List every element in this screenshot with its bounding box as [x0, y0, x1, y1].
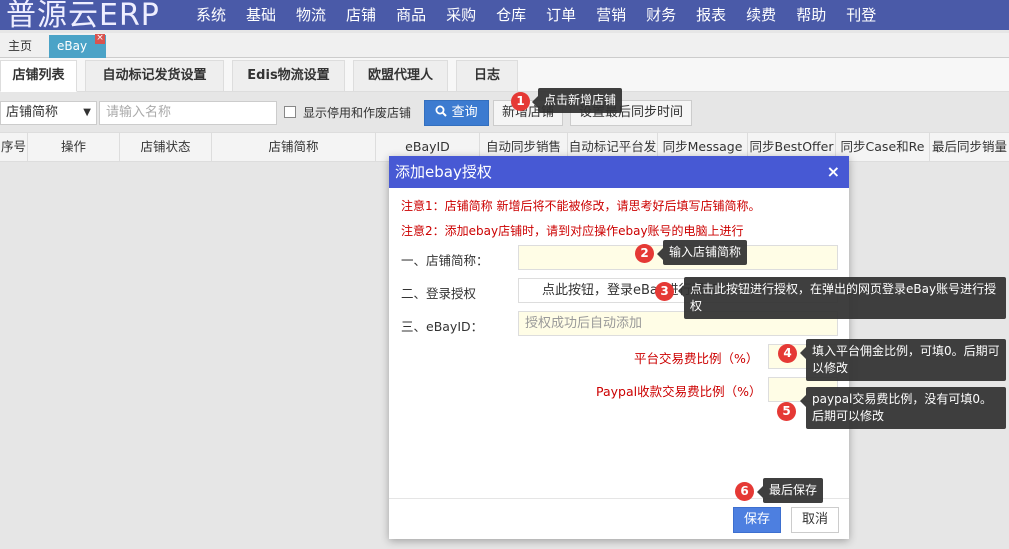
callout-tip-2: 输入店铺简称 — [656, 240, 748, 265]
show-disabled-label: 显示停用和作废店铺 — [303, 106, 412, 120]
tab-log[interactable]: 日志 — [456, 60, 518, 92]
callout-badge-2: 2 — [635, 244, 654, 263]
callout-badge-4: 4 — [778, 344, 797, 363]
tab-close-icon[interactable]: × — [95, 34, 105, 44]
tab-shop-list[interactable]: 店铺列表 — [0, 60, 77, 92]
shop-name-label: 一、店铺简称： — [401, 253, 489, 268]
callout-badge-6: 6 — [735, 482, 754, 501]
menu-item-reports[interactable]: 报表 — [686, 0, 736, 30]
menu-item-orders[interactable]: 订单 — [536, 0, 586, 30]
platform-fee-label: 平台交易费比例（%） — [634, 351, 759, 366]
menu-item-renewal[interactable]: 续费 — [736, 0, 786, 30]
tab-edis-logistics[interactable]: Edis物流设置 — [232, 60, 345, 92]
menu-item-marketing[interactable]: 营销 — [586, 0, 636, 30]
sub-tab-bar: 店铺列表 自动标记发货设置 Edis物流设置 欧盟代理人 日志 — [0, 58, 1009, 92]
callout-tip-5: paypal交易费比例，没有可填0。后期可以修改 — [800, 387, 1006, 429]
authorize-label: 二、登录授权 — [401, 286, 477, 301]
shop-field-select-value: 店铺简称 — [6, 105, 59, 120]
tab-ebay-label: eBay — [57, 39, 88, 53]
tab-ebay[interactable]: eBay × — [49, 34, 106, 58]
filter-bar: 店铺简称 ▼ 请输入名称 显示停用和作废店铺 查询 新增店铺 设置最后同步时间 — [0, 98, 1009, 128]
paypal-fee-label: Paypal收款交易费比例（%） — [596, 384, 762, 399]
col-last-sync[interactable]: 最后同步销量 — [930, 133, 1009, 162]
tab-home[interactable]: 主页 — [0, 35, 40, 58]
search-input[interactable]: 请输入名称 — [99, 101, 277, 125]
menu-item-warehouse[interactable]: 仓库 — [486, 0, 536, 30]
menu-item-system[interactable]: 系统 — [186, 0, 236, 30]
callout-tip-6: 最后保存 — [756, 478, 824, 503]
col-action[interactable]: 操作 — [28, 133, 120, 162]
menu-item-listing[interactable]: 刊登 — [836, 0, 886, 30]
col-shop-status[interactable]: 店铺状态 — [120, 133, 212, 162]
menu-item-shop[interactable]: 店铺 — [336, 0, 386, 30]
search-icon — [435, 105, 448, 117]
ebayid-label: 三、eBayID： — [401, 319, 484, 334]
page-tab-bar: 主页 eBay × — [0, 33, 1009, 58]
dialog-header: 添加ebay授权 × — [389, 156, 849, 188]
chevron-down-icon: ▼ — [83, 107, 91, 118]
col-shop-name[interactable]: 店铺简称 — [212, 133, 376, 162]
menu-item-basic[interactable]: 基础 — [236, 0, 286, 30]
menu-item-purchase[interactable]: 采购 — [436, 0, 486, 30]
dialog-footer: 保存 取消 — [389, 498, 849, 539]
menu-item-product[interactable]: 商品 — [386, 0, 436, 30]
top-nav-bar: 普源云ERP 系统 基础 物流 店铺 商品 采购 仓库 订单 营销 财务 报表 … — [0, 0, 1009, 30]
save-button[interactable]: 保存 — [733, 507, 781, 533]
callout-tip-3: 点击此按钮进行授权，在弹出的网页登录eBay账号进行授权 — [678, 277, 1006, 319]
close-icon[interactable]: × — [827, 156, 840, 188]
tab-auto-ship-settings[interactable]: 自动标记发货设置 — [85, 60, 224, 92]
cancel-button[interactable]: 取消 — [791, 507, 839, 533]
col-index[interactable]: 序号 — [0, 133, 28, 162]
callout-badge-1: 1 — [511, 92, 530, 111]
callout-badge-3: 3 — [655, 282, 674, 301]
dialog-title: 添加ebay授权 — [395, 163, 492, 181]
menu-item-logistics[interactable]: 物流 — [286, 0, 336, 30]
tab-eu-agent[interactable]: 欧盟代理人 — [353, 60, 448, 92]
show-disabled-checkbox[interactable] — [284, 106, 296, 118]
col-sync-case[interactable]: 同步Case和Re — [836, 133, 930, 162]
note-1: 注意1：店铺简称 新增后将不能被修改，请思考好后填写店铺简称。 — [401, 199, 761, 213]
main-menu: 系统 基础 物流 店铺 商品 采购 仓库 订单 营销 财务 报表 续费 帮助 刊… — [186, 0, 886, 30]
callout-badge-5: 5 — [777, 402, 796, 421]
menu-item-help[interactable]: 帮助 — [786, 0, 836, 30]
callout-tip-1: 点击新增店铺 — [531, 88, 623, 113]
shop-field-select[interactable]: 店铺简称 ▼ — [0, 101, 97, 125]
query-button[interactable]: 查询 — [424, 100, 489, 126]
query-button-label: 查询 — [451, 105, 478, 120]
menu-item-finance[interactable]: 财务 — [636, 0, 686, 30]
note-2: 注意2：添加ebay店铺时，请到对应操作ebay账号的电脑上进行 — [401, 224, 744, 238]
callout-tip-4: 填入平台佣金比例，可填0。后期可以修改 — [800, 339, 1006, 381]
app-logo[interactable]: 普源云ERP — [6, 0, 160, 30]
